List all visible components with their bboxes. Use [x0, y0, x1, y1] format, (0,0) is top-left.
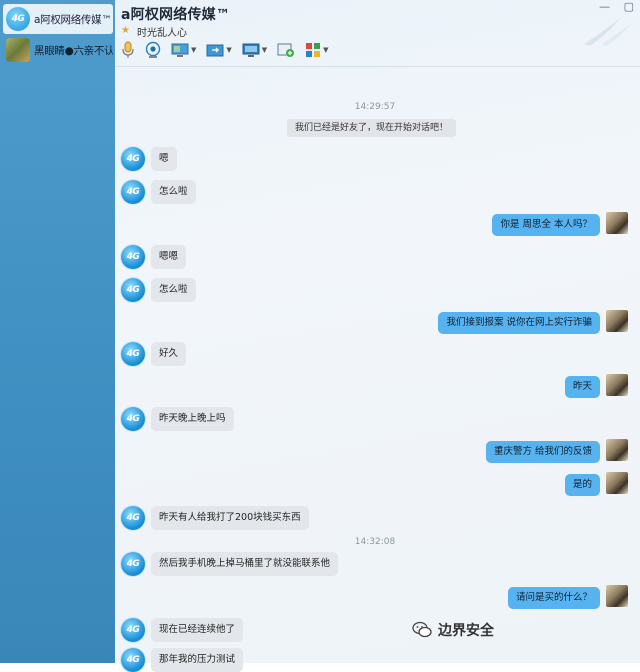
- contact-avatar-4g-icon[interactable]: 4G: [121, 278, 145, 302]
- contact-avatar-4g-icon[interactable]: 4G: [121, 407, 145, 431]
- star-icon: ★: [121, 25, 130, 36]
- feather-decoration-icon: [584, 18, 630, 46]
- outgoing-message: 是的: [564, 474, 600, 496]
- contact-sidebar: 4G a阿权网络传媒™ 黑眼睛●六亲不认: [0, 0, 115, 663]
- watermark: 边界安全: [412, 620, 494, 640]
- self-avatar[interactable]: [606, 374, 628, 396]
- chevron-down-icon[interactable]: ▼: [191, 46, 196, 54]
- contact-avatar-4g-icon[interactable]: 4G: [121, 506, 145, 530]
- outgoing-message: 请问是买的什么？: [507, 587, 600, 609]
- add-app-button[interactable]: [277, 42, 295, 58]
- file-transfer-icon: [206, 44, 224, 57]
- outgoing-message: 昨天: [564, 376, 600, 398]
- contact-avatar-4g-icon[interactable]: 4G: [121, 552, 145, 576]
- outgoing-message: 我们接到报案 说你在网上实行诈骗: [438, 312, 600, 334]
- incoming-message: 昨天晚上晚上吗: [151, 407, 234, 431]
- 4g-icon: 4G: [6, 7, 30, 31]
- video-call-button[interactable]: [145, 41, 161, 59]
- watermark-text: 边界安全: [438, 623, 494, 639]
- chevron-down-icon[interactable]: ▼: [323, 46, 328, 54]
- incoming-message: 现在已经连续他了: [151, 618, 244, 642]
- outgoing-message: 重庆警方 给我们的反馈: [485, 441, 600, 463]
- screen-share-button[interactable]: ▼: [171, 42, 196, 58]
- self-avatar[interactable]: [606, 439, 628, 461]
- apps-grid-button[interactable]: ▼: [305, 42, 329, 58]
- apps-grid-icon: [306, 43, 321, 57]
- minimize-icon[interactable]: —: [599, 0, 610, 13]
- self-avatar[interactable]: [606, 472, 628, 494]
- contact-avatar: [6, 38, 30, 62]
- screen-share-icon: [171, 43, 189, 57]
- add-app-icon: [277, 43, 295, 57]
- header-divider: [115, 66, 640, 67]
- chat-window: a阿权网络传媒™ ★ 时光乱人心 — ▢ ▼ ▼ ▼ ▼ 14:29:57 我们…: [115, 0, 640, 672]
- contact-name: 黑眼睛●六亲不认: [34, 44, 113, 57]
- incoming-message: 那年我的压力测试: [151, 648, 244, 672]
- incoming-message: 然后我手机晚上掉马桶里了就没能联系他: [151, 552, 339, 576]
- self-avatar[interactable]: [606, 212, 628, 234]
- contact-avatar-4g-icon[interactable]: 4G: [121, 180, 145, 204]
- incoming-message: 好久: [151, 342, 187, 366]
- contact-avatar-4g-icon[interactable]: 4G: [121, 147, 145, 171]
- incoming-message: 怎么啦: [151, 180, 196, 204]
- chat-toolbar: ▼ ▼ ▼ ▼: [121, 38, 339, 62]
- camera-icon: [145, 41, 161, 58]
- incoming-message: 嗯: [151, 147, 177, 171]
- contact-avatar-4g-icon[interactable]: 4G: [121, 618, 145, 642]
- wechat-icon: [412, 621, 432, 638]
- window-controls: — ▢: [589, 0, 634, 13]
- maximize-icon[interactable]: ▢: [624, 0, 634, 13]
- contact-avatar-4g-icon[interactable]: 4G: [121, 648, 145, 672]
- contact-signature: 时光乱人心: [137, 28, 187, 39]
- incoming-message: 嗯嗯: [151, 245, 187, 269]
- contact-name: a阿权网络传媒™: [34, 13, 112, 26]
- file-transfer-button[interactable]: ▼: [206, 42, 232, 58]
- contact-item-hei-yan-jing[interactable]: 黑眼睛●六亲不认: [3, 35, 113, 65]
- chevron-down-icon[interactable]: ▼: [262, 46, 267, 54]
- chat-title: a阿权网络传媒™: [121, 7, 231, 23]
- voice-call-button[interactable]: [121, 41, 135, 59]
- incoming-message: 怎么啦: [151, 278, 196, 302]
- microphone-icon: [122, 41, 134, 58]
- message-timestamp: 14:29:57: [354, 102, 396, 112]
- chat-header: a阿权网络传媒™ ★ 时光乱人心 — ▢ ▼ ▼ ▼ ▼: [115, 0, 640, 70]
- outgoing-message: 你是 周思全 本人吗？: [492, 214, 600, 236]
- remote-desktop-icon: [242, 43, 260, 57]
- contact-avatar-4g-icon[interactable]: 4G: [121, 245, 145, 269]
- contact-item-a-quan[interactable]: 4G a阿权网络传媒™: [3, 4, 113, 34]
- system-message: 我们已经是好友了，现在开始对话吧！: [287, 119, 457, 137]
- message-timestamp: 14:32:08: [354, 537, 396, 547]
- self-avatar[interactable]: [606, 585, 628, 607]
- contact-avatar-4g-icon[interactable]: 4G: [121, 342, 145, 366]
- chevron-down-icon[interactable]: ▼: [226, 46, 231, 54]
- remote-desktop-button[interactable]: ▼: [242, 42, 267, 58]
- incoming-message: 昨天有人给我打了200块钱买东西: [151, 506, 309, 530]
- self-avatar[interactable]: [606, 310, 628, 332]
